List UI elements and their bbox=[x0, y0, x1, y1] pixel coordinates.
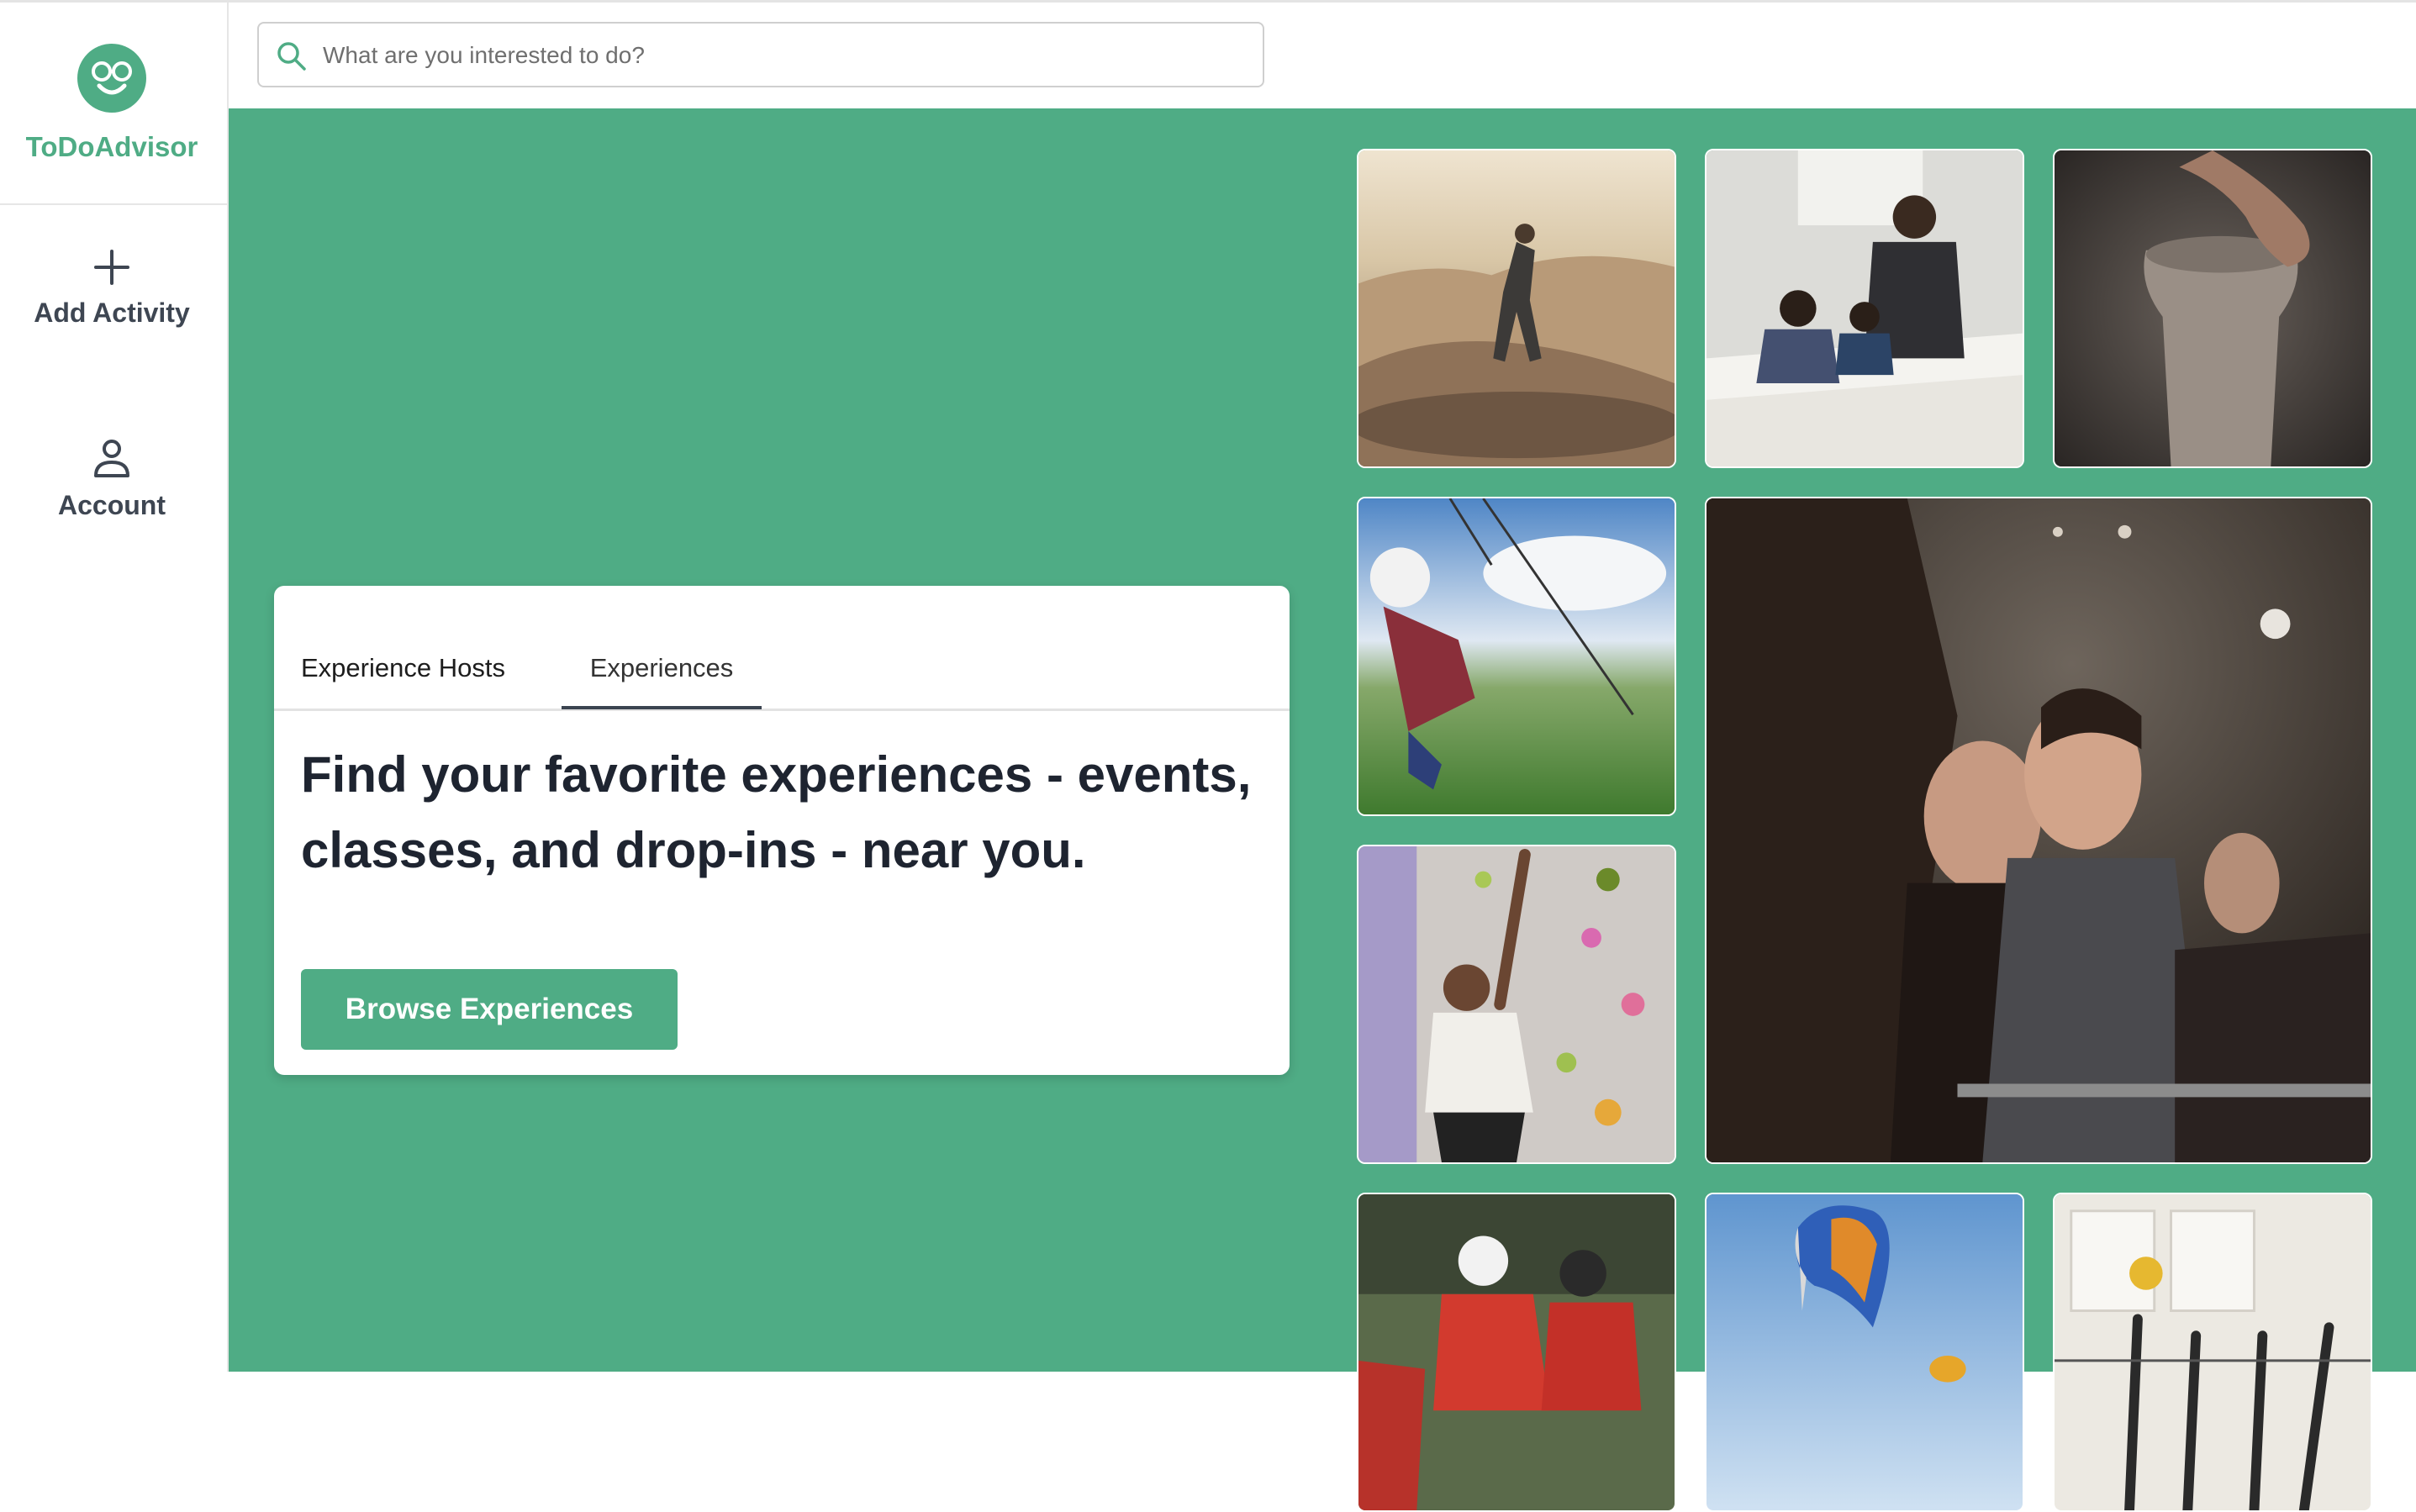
search-box[interactable] bbox=[257, 22, 1264, 87]
brand-header[interactable]: ToDoAdvisor bbox=[0, 3, 227, 205]
sidebar-item-add-activity[interactable]: Add Activity bbox=[0, 249, 224, 329]
tab-experiences[interactable]: Experiences bbox=[562, 653, 762, 709]
hero-card: Experience Hosts Experiences Find your f… bbox=[274, 586, 1290, 1075]
brand-name: ToDoAdvisor bbox=[25, 131, 198, 162]
hero-section: Experience Hosts Experiences Find your f… bbox=[229, 108, 2416, 1512]
climbing-photo[interactable] bbox=[1357, 845, 1676, 1164]
top-bar bbox=[229, 3, 2416, 108]
logo-icon bbox=[77, 44, 146, 113]
cycling-photo[interactable] bbox=[1357, 1193, 1676, 1512]
sidebar-item-account[interactable]: Account bbox=[0, 438, 224, 521]
browse-experiences-button[interactable]: Browse Experiences bbox=[301, 969, 678, 1050]
paragliding-photo[interactable] bbox=[1705, 1193, 2024, 1512]
zipline-photo[interactable] bbox=[1357, 497, 1676, 816]
skatepark-photo[interactable] bbox=[1357, 149, 1676, 468]
sidebar: ToDoAdvisor Add Activity Account bbox=[0, 3, 229, 1372]
tab-experience-hosts[interactable]: Experience Hosts bbox=[301, 653, 505, 709]
plus-icon bbox=[94, 250, 129, 285]
pottery-photo[interactable] bbox=[2053, 149, 2372, 468]
crowd-photo[interactable] bbox=[1705, 497, 2372, 1164]
search-input[interactable] bbox=[321, 32, 1249, 79]
classroom-photo[interactable] bbox=[1705, 149, 2024, 468]
sidebar-item-label: Add Activity bbox=[34, 298, 190, 328]
volleyball-photo[interactable] bbox=[2053, 1193, 2372, 1512]
search-icon bbox=[277, 42, 306, 71]
sidebar-item-label: Account bbox=[58, 490, 166, 520]
person-icon bbox=[94, 440, 129, 477]
hero-headline: Find your favorite experiences - events,… bbox=[301, 746, 1252, 878]
tab-bar: Experience Hosts Experiences bbox=[274, 586, 1290, 711]
